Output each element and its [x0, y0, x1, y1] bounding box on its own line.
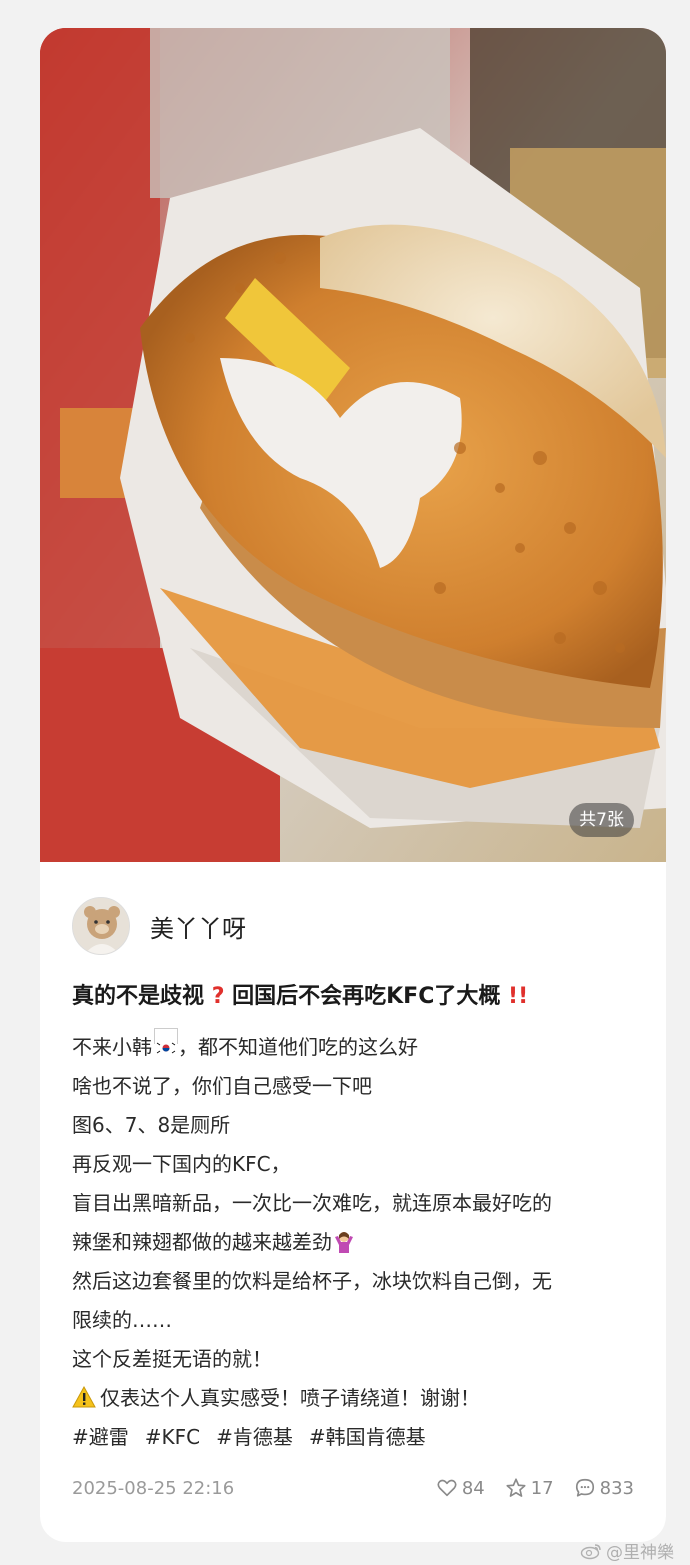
weibo-watermark: @里神樂	[580, 1538, 674, 1563]
post-title-part-1: 真的不是歧视	[72, 984, 205, 1009]
like-count: 84	[461, 1477, 485, 1499]
body-line: 限续的……	[72, 1308, 172, 1332]
star-icon	[506, 1478, 526, 1497]
hashtag-link[interactable]: #韩国肯德基	[309, 1418, 426, 1457]
body-line: 仅表达个人真实感受！喷子请绕道！谢谢！	[72, 1379, 642, 1418]
post-body: 不来小韩 ，都不知道他们吃的这么好 啥也不说了，你们自己感受一下吧 图6、7、8是…	[72, 1028, 642, 1457]
comment-button[interactable]: 833	[574, 1477, 634, 1499]
author-name[interactable]: 美丫丫呀	[150, 909, 246, 944]
post-timestamp: 2025-08-25 22:16	[72, 1477, 235, 1499]
body-line: 然后这边套餐里的饮料是给杯子，冰块饮料自己倒，无	[72, 1269, 552, 1293]
like-button[interactable]: 84	[436, 1477, 485, 1499]
person-shrugging-icon	[332, 1227, 356, 1253]
body-line: 盲目出黑暗新品，一次比一次难吃，就连原本最好吃的	[72, 1191, 552, 1215]
double-exclamation-icon: !!	[508, 984, 529, 1009]
body-line: 不来小韩 ，都不知道他们吃的这么好	[72, 1028, 642, 1067]
post-title-part-2: 回国后不会再吃KFC了大概	[232, 984, 501, 1009]
watermark-text: @里神樂	[606, 1543, 674, 1563]
question-mark-icon: ?	[211, 984, 225, 1009]
warning-icon	[72, 1382, 96, 1408]
comment-count: 833	[599, 1477, 634, 1499]
body-text: 辣堡和辣翅都做的越来越差劲	[72, 1230, 332, 1254]
post-card: 共7张 美丫丫呀 真的不是歧视 ? 回国后不会再吃KFC了大概 !! 不来小韩 ，…	[40, 28, 666, 1542]
favorite-button[interactable]: 17	[505, 1477, 554, 1499]
weibo-logo-icon	[580, 1543, 601, 1559]
hashtag-link[interactable]: #肯德基	[216, 1418, 293, 1457]
post-photo[interactable]: 共7张	[40, 28, 666, 862]
body-line: 辣堡和辣翅都做的越来越差劲	[72, 1223, 642, 1262]
body-text: 仅表达个人真实感受！喷子请绕道！谢谢！	[100, 1386, 480, 1410]
tag-list: #避雷 #KFC #肯德基 #韩国肯德基	[72, 1418, 642, 1457]
hashtag-link[interactable]: #避雷	[72, 1418, 129, 1457]
body-line: 这个反差挺无语的就！	[72, 1347, 272, 1371]
stats-bar: 84 17 833	[436, 1477, 634, 1499]
body-text: ，都不知道他们吃的这么好	[178, 1035, 418, 1059]
bear-avatar-icon[interactable]	[72, 897, 130, 955]
body-line: 再反观一下国内的KFC，	[72, 1152, 291, 1176]
hashtag-link[interactable]: #KFC	[145, 1418, 200, 1457]
post-title: 真的不是歧视 ? 回国后不会再吃KFC了大概 !!	[72, 981, 642, 1013]
body-text: 不来小韩	[72, 1035, 152, 1059]
heart-icon	[437, 1479, 457, 1497]
body-line: 啥也不说了，你们自己感受一下吧	[72, 1074, 372, 1098]
author-row[interactable]: 美丫丫呀	[72, 896, 246, 956]
post-footer: 2025-08-25 22:16 84 17 833	[72, 1473, 634, 1503]
image-count-badge[interactable]: 共7张	[569, 803, 634, 837]
comment-icon	[575, 1478, 594, 1497]
burger-photo	[40, 28, 666, 862]
korea-flag-icon	[154, 1028, 178, 1055]
body-line: 图6、7、8是厕所	[72, 1113, 231, 1137]
favorite-count: 17	[530, 1477, 554, 1499]
